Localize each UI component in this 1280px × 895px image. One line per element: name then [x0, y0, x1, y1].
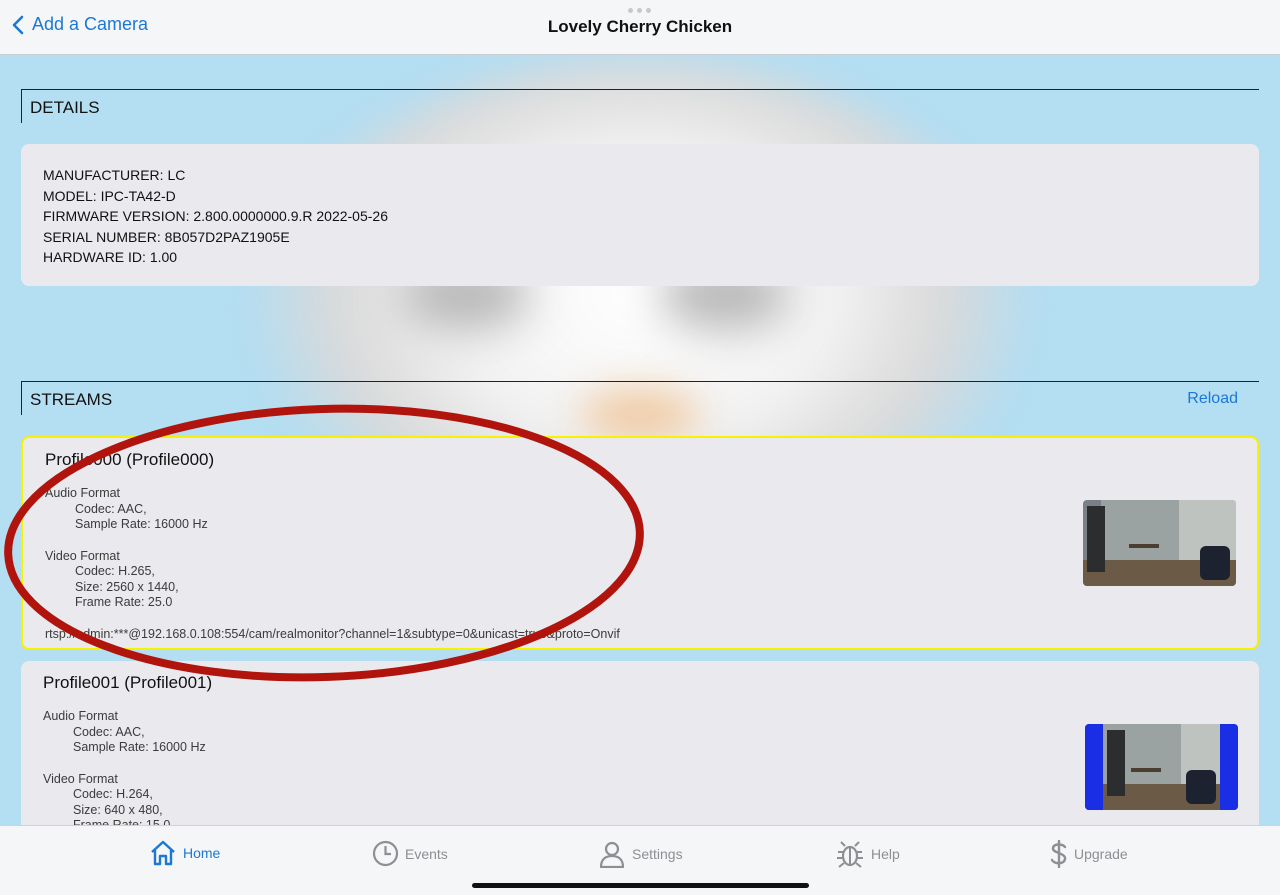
video-size-text: Size: 640 x 480,: [73, 802, 163, 817]
video-codec-text: Codec: H.264,: [73, 787, 153, 801]
tab-events-label: Events: [405, 845, 448, 862]
bug-icon: [837, 841, 863, 868]
audio-codec-text: Codec: AAC,: [73, 724, 145, 739]
firmware-version-text: FIRMWARE VERSION: 2.800.0000000.9.R 2022…: [43, 208, 388, 224]
video-codec-text: Codec: H.265,: [75, 564, 155, 578]
tab-settings-label: Settings: [632, 846, 683, 862]
serial-number-text: SERIAL NUMBER: 8B057D2PAZ1905E: [43, 228, 290, 245]
multitask-grabber[interactable]: [628, 8, 652, 13]
manufacturer-text: MANUFACTURER: LC: [43, 167, 186, 183]
tab-help[interactable]: Help: [835, 840, 900, 868]
person-icon: [599, 841, 625, 868]
streams-header-label: STREAMS: [30, 390, 113, 409]
rtsp-url-text: rtsp://admin:***@192.168.0.108:554/cam/r…: [45, 626, 620, 641]
clock-icon: [372, 840, 399, 867]
stream-preview-thumbnail[interactable]: [1083, 500, 1236, 586]
dollar-icon: [1050, 840, 1067, 868]
stream-title: Profile001 (Profile001): [43, 673, 213, 692]
navigation-bar: Add a Camera Lovely Cherry Chicken: [0, 0, 1280, 55]
stream-preview-thumbnail[interactable]: [1085, 724, 1238, 810]
audio-format-label: Audio Format: [43, 709, 119, 723]
home-indicator[interactable]: [472, 883, 809, 888]
details-card: MANUFACTURER: LC MODEL: IPC-TA42-D FIRMW…: [21, 144, 1259, 286]
tab-events[interactable]: Events: [372, 840, 448, 867]
details-section-header: DETAILS: [21, 89, 1259, 123]
page-title: Lovely Cherry Chicken: [547, 17, 733, 36]
audio-format-label: Audio Format: [45, 486, 121, 500]
audio-sample-rate-text: Sample Rate: 16000 Hz: [73, 740, 206, 754]
tab-home[interactable]: Home: [149, 840, 220, 866]
tab-help-label: Help: [871, 846, 900, 862]
home-icon: [151, 840, 175, 866]
audio-codec-text: Codec: AAC,: [75, 501, 147, 516]
video-frame-rate-text: Frame Rate: 25.0: [75, 595, 173, 609]
video-format-label: Video Format: [45, 548, 120, 563]
tab-bar: Home Events Settings Help Upgrade: [0, 825, 1280, 895]
details-header-label: DETAILS: [30, 98, 100, 117]
tab-settings[interactable]: Settings: [598, 840, 683, 868]
video-format-label: Video Format: [43, 771, 118, 786]
tab-upgrade[interactable]: Upgrade: [1050, 840, 1128, 868]
audio-sample-rate-text: Sample Rate: 16000 Hz: [75, 517, 208, 531]
tab-home-label: Home: [183, 845, 221, 861]
video-size-text: Size: 2560 x 1440,: [75, 579, 179, 594]
stream-card-profile000[interactable]: Profile000 (Profile000) Audio Format Cod…: [21, 436, 1259, 650]
tab-upgrade-label: Upgrade: [1074, 846, 1128, 862]
streams-section-header: STREAMS Reload: [21, 381, 1259, 415]
reload-button[interactable]: Reload: [1187, 390, 1238, 408]
model-text: MODEL: IPC-TA42-D: [43, 187, 176, 204]
stream-title: Profile000 (Profile000): [45, 450, 215, 469]
hardware-id-text: HARDWARE ID: 1.00: [43, 249, 178, 265]
